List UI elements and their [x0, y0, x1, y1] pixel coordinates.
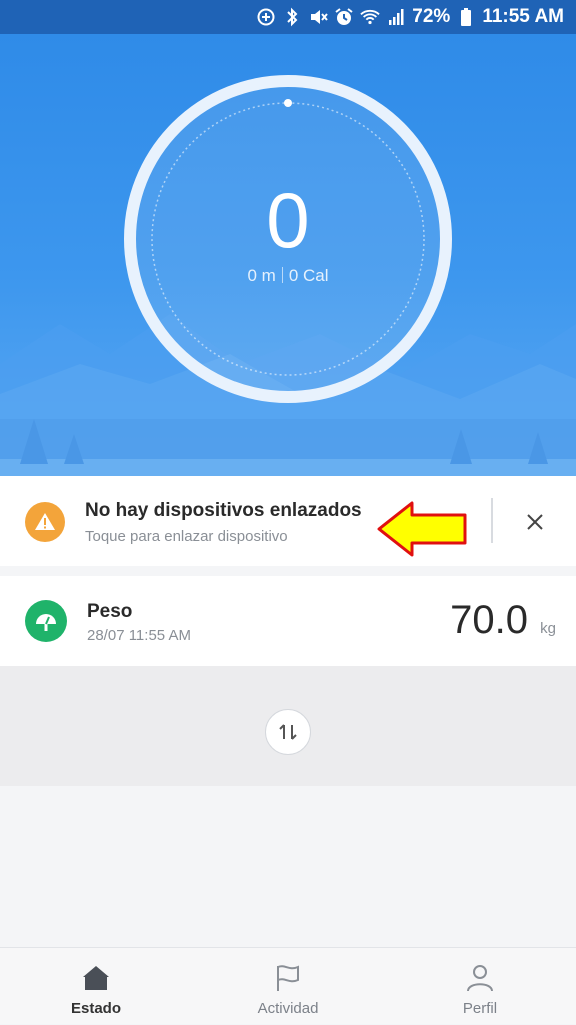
- activity-sub-stats: 0 m 0 Cal: [0, 266, 576, 286]
- status-bar: 72% 11:55 AM: [0, 0, 576, 34]
- nav-actividad-label: Actividad: [257, 1000, 319, 1017]
- nav-perfil-label: Perfil: [462, 1000, 498, 1017]
- nav-estado-label: Estado: [70, 1000, 121, 1017]
- bluetooth-icon: [282, 7, 302, 27]
- nav-actividad[interactable]: Actividad: [192, 948, 384, 1025]
- person-icon: [462, 962, 498, 994]
- home-icon: [78, 962, 114, 994]
- sort-arrows-icon: [279, 724, 297, 740]
- nav-estado[interactable]: Estado: [0, 948, 192, 1025]
- weight-unit: kg: [540, 620, 556, 637]
- mute-icon: [308, 7, 329, 27]
- reorder-cards-button[interactable]: [265, 709, 311, 755]
- nav-perfil[interactable]: Perfil: [384, 948, 576, 1025]
- data-saver-icon: [256, 7, 276, 27]
- weight-timestamp: 28/07 11:55 AM: [87, 627, 191, 644]
- annotation-arrow-icon: [377, 501, 467, 557]
- distance-value: 0 m: [247, 266, 276, 285]
- calories-value: 0 Cal: [288, 266, 329, 285]
- status-time: 11:55 AM: [482, 6, 564, 27]
- weight-label: Peso: [87, 601, 133, 622]
- activity-hero: 0 0 m 0 Cal: [0, 34, 576, 476]
- signal-icon: [386, 7, 406, 27]
- weight-value: 70.0: [450, 598, 528, 642]
- close-banner-button[interactable]: [518, 506, 552, 538]
- status-icons: 72% 11:55 AM: [256, 0, 564, 34]
- wifi-icon: [360, 7, 380, 27]
- battery-percent: 72%: [412, 6, 451, 27]
- step-count: 0: [266, 176, 310, 264]
- warning-icon: [25, 502, 65, 542]
- battery-icon: [456, 7, 476, 27]
- alarm-icon: [334, 7, 354, 27]
- flag-icon: [270, 962, 306, 994]
- banner-divider: [491, 498, 493, 543]
- close-icon: [527, 514, 543, 530]
- scale-icon: [25, 600, 67, 642]
- banner-subtitle: Toque para enlazar dispositivo: [85, 528, 288, 545]
- stats-divider: [281, 267, 283, 283]
- banner-title: No hay dispositivos enlazados: [85, 500, 362, 521]
- bottom-nav: Estado Actividad Perfil: [0, 947, 576, 1024]
